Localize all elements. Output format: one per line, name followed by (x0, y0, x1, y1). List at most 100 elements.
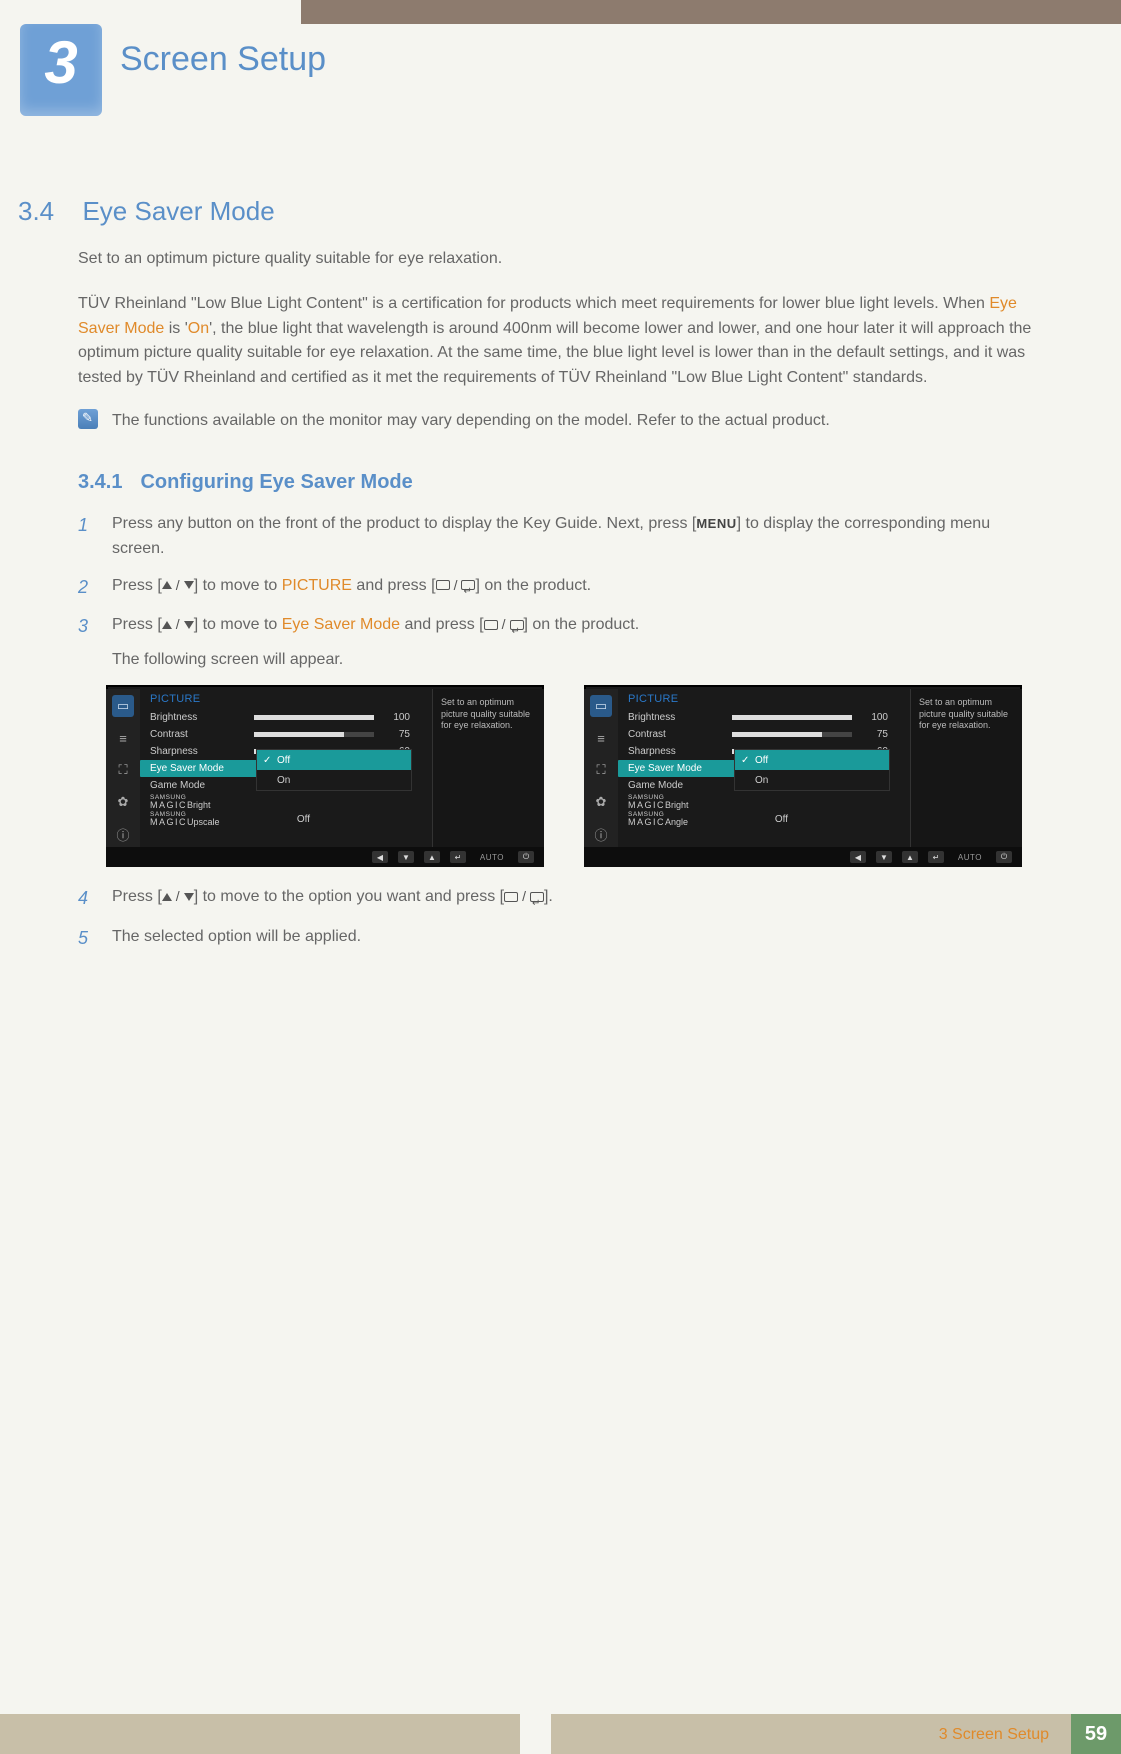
osd-item-label: Contrast (628, 729, 732, 740)
footer-page-number: 59 (1071, 1714, 1121, 1754)
osd-auto-label: AUTO (954, 851, 986, 863)
steps-list-continued: 4 Press [/] to move to the option you wa… (78, 885, 1040, 953)
osd-magicbright-row: SAMSUNGMAGICBright (628, 794, 902, 811)
step-2: 2 Press [/] to move to PICTURE and press… (78, 574, 1040, 602)
step-5: 5 The selected option will be applied. (78, 925, 1040, 953)
osd-item-label: Eye Saver Mode (150, 763, 254, 774)
osd-screen-left: ▭ ≡ ⛶ ✿ ⓘ PICTURE Brightness 100 Contras… (106, 685, 544, 867)
osd-left-icon: ◀ (372, 851, 388, 863)
step-number: 2 (78, 574, 96, 602)
osd-item-label: Brightness (150, 712, 254, 723)
step-number: 1 (78, 512, 96, 562)
settings-tab-icon: ✿ (112, 791, 134, 813)
step-3: 3 Press [/] to move to Eye Saver Mode an… (78, 613, 1040, 673)
osd-button-bar: ◀ ▼ ▲ ↵ AUTO ⏻ (106, 847, 544, 867)
color-tab-icon: ≡ (112, 727, 134, 749)
step3-text-c: and press [ (400, 616, 484, 633)
osd-item-label: Sharpness (150, 746, 254, 757)
osd-help-text: Set to an optimum picture quality suitab… (432, 689, 544, 847)
osd-panel-title: PICTURE (150, 693, 424, 705)
osd-eyesaver-row: Eye Saver Mode (618, 760, 736, 777)
osd-up-icon: ▲ (424, 851, 440, 863)
main-content: 3.4 Eye Saver Mode Set to an optimum pic… (18, 196, 1040, 965)
step1-text-a: Press any button on the front of the pro… (112, 515, 696, 532)
header-stripe (301, 0, 1121, 24)
osd-screenshots: ▭ ≡ ⛶ ✿ ⓘ PICTURE Brightness 100 Contras… (106, 685, 1040, 867)
osd-item-value: 75 (862, 729, 888, 740)
osd-sidebar: ▭ ≡ ⛶ ✿ ⓘ (584, 689, 618, 847)
osd-dropdown: Off On (256, 749, 412, 791)
note-icon (78, 409, 98, 429)
step3-followup: The following screen will appear. (112, 648, 639, 673)
note-text: The functions available on the monitor m… (112, 409, 830, 433)
info-tab-icon: ⓘ (590, 823, 612, 845)
osd-upscale-value: Off (297, 814, 310, 825)
section-body: TÜV Rheinland "Low Blue Light Content" i… (78, 292, 1040, 391)
body-text-pre: TÜV Rheinland "Low Blue Light Content" i… (78, 295, 989, 312)
osd-main-panel: PICTURE Brightness 100 Contrast 75 Sharp… (618, 689, 910, 847)
osd-button-bar: ◀ ▼ ▲ ↵ AUTO ⏻ (584, 847, 1022, 867)
osd-magicbright-row: SAMSUNGMAGICBright (150, 794, 424, 811)
chapter-number-tab: 3 (20, 24, 102, 116)
osd-down-icon: ▼ (876, 851, 892, 863)
osd-brightness-row: Brightness 100 (628, 709, 902, 726)
osd-item-value: 100 (384, 712, 410, 723)
osd-panel-title: PICTURE (628, 693, 902, 705)
step-1: 1 Press any button on the front of the p… (78, 512, 1040, 562)
osd-magicangle-row: SAMSUNGMAGICAngle (628, 811, 902, 828)
step-number: 5 (78, 925, 96, 953)
enter-source-icon: / (436, 575, 476, 597)
color-tab-icon: ≡ (590, 727, 612, 749)
step3-text-b: ] to move to (194, 616, 282, 633)
osd-auto-label: AUTO (476, 851, 508, 863)
settings-tab-icon: ✿ (590, 791, 612, 813)
step-number: 4 (78, 885, 96, 913)
osd-option-off: Off (735, 750, 889, 770)
osd-angle-value: Off (775, 814, 788, 825)
osd-contrast-row: Contrast 75 (150, 726, 424, 743)
steps-list: 1 Press any button on the front of the p… (78, 512, 1040, 673)
osd-item-value: 100 (862, 712, 888, 723)
osd-option-off: Off (257, 750, 411, 770)
subsection-heading: 3.4.1Configuring Eye Saver Mode (78, 471, 1040, 494)
on-inline: On (188, 320, 209, 337)
osd-up-icon: ▲ (902, 851, 918, 863)
osd-option-on: On (735, 770, 889, 790)
osd-item-label: SAMSUNGMAGICUpscale (150, 812, 220, 828)
size-tab-icon: ⛶ (112, 759, 134, 781)
step2-text-b: ] to move to (194, 577, 282, 594)
footer-chapter-label: 3 Screen Setup (939, 1726, 1049, 1744)
osd-enter-icon: ↵ (450, 851, 466, 863)
osd-item-label: Sharpness (628, 746, 732, 757)
enter-source-icon: / (484, 614, 524, 636)
step4-text-b: ] to move to the option you want and pre… (194, 888, 504, 905)
osd-item-label: Game Mode (628, 780, 732, 791)
chapter-title: Screen Setup (120, 40, 326, 79)
size-tab-icon: ⛶ (590, 759, 612, 781)
step2-text-c: and press [ (352, 577, 436, 594)
step3-text-d: ] on the product. (524, 616, 640, 633)
osd-main-panel: PICTURE Brightness 100 Contrast 75 Sharp… (140, 689, 432, 847)
section-number: 3.4 (18, 196, 78, 227)
osd-help-text: Set to an optimum picture quality suitab… (910, 689, 1022, 847)
info-tab-icon: ⓘ (112, 823, 134, 845)
osd-magicupscale-row: SAMSUNGMAGICUpscale (150, 811, 424, 828)
note-row: The functions available on the monitor m… (78, 409, 1040, 433)
section-title: Eye Saver Mode (82, 196, 274, 227)
osd-eyesaver-row: Eye Saver Mode (140, 760, 258, 777)
step3-text-a: Press [ (112, 616, 162, 633)
up-down-icon: / (162, 575, 194, 597)
step5-text: The selected option will be applied. (112, 925, 361, 953)
osd-sidebar: ▭ ≡ ⛶ ✿ ⓘ (106, 689, 140, 847)
picture-tab-icon: ▭ (590, 695, 612, 717)
section-intro: Set to an optimum picture quality suitab… (78, 247, 1040, 272)
osd-down-icon: ▼ (398, 851, 414, 863)
picture-tab-icon: ▭ (112, 695, 134, 717)
osd-screen-right: ▭ ≡ ⛶ ✿ ⓘ PICTURE Brightness 100 Contras… (584, 685, 1022, 867)
osd-contrast-row: Contrast 75 (628, 726, 902, 743)
osd-item-label: Brightness (628, 712, 732, 723)
osd-item-label: SAMSUNGMAGICAngle (628, 812, 688, 828)
osd-power-icon: ⏻ (518, 851, 534, 863)
step-4: 4 Press [/] to move to the option you wa… (78, 885, 1040, 913)
subsection-title: Configuring Eye Saver Mode (140, 471, 412, 493)
